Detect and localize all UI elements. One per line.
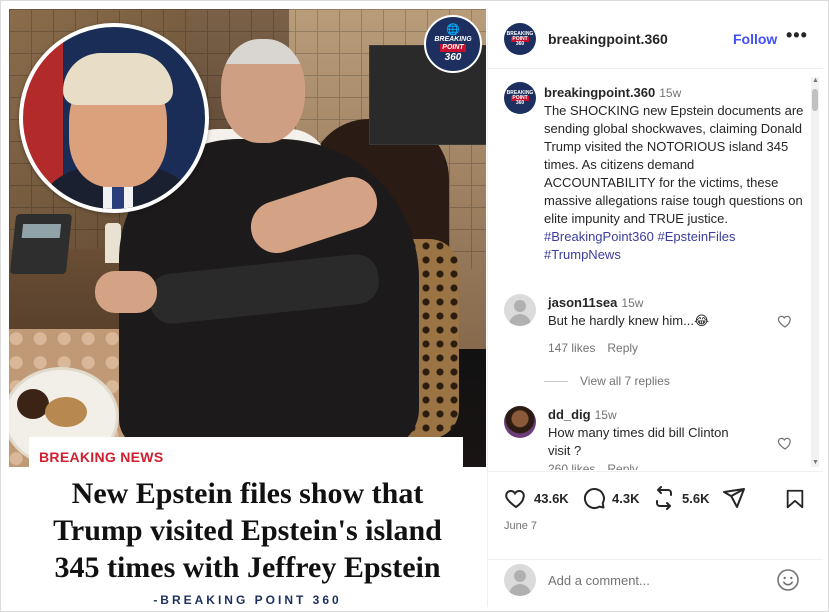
post-date: June 7 <box>504 520 538 532</box>
post-window: 🌐 BREAKING POINT 360 BREAKING NEWS New E… <box>0 0 829 612</box>
repost-button[interactable]: 5.6K <box>652 486 709 510</box>
comment-text: How many times did bill Clinton visit ? <box>548 425 729 458</box>
comment-text: But he hardly knew him...😂 <box>548 313 710 328</box>
comment-bubble-icon <box>583 488 605 509</box>
headline-line: New Epstein files show that <box>71 477 424 510</box>
follow-button[interactable]: Follow <box>733 31 777 47</box>
comment-reply-button[interactable]: Reply <box>607 462 638 470</box>
post-media[interactable]: 🌐 BREAKING POINT 360 BREAKING NEWS New E… <box>9 9 486 607</box>
view-replies-button[interactable]: View all 7 replies <box>544 374 670 388</box>
likes-count: 43.6K <box>534 490 569 506</box>
telephone-prop <box>9 214 73 274</box>
caption-body: The SHOCKING new Epstein documents are s… <box>544 103 804 226</box>
comment-meta: 260 likes Reply <box>548 462 650 470</box>
commenter-avatar[interactable] <box>504 406 536 438</box>
headline-line: 345 times with Jeffrey Epstein <box>54 551 441 584</box>
comment-reply-button[interactable]: Reply <box>607 341 638 355</box>
heart-icon <box>505 489 525 509</box>
add-comment-bar <box>488 559 823 607</box>
repost-icon <box>656 486 672 510</box>
account-avatar[interactable]: BREAKING POINT 360 <box>504 23 536 55</box>
breaking-point-logo: 🌐 BREAKING POINT 360 <box>424 15 482 73</box>
comment-like-heart-icon[interactable] <box>777 435 793 451</box>
comment-username[interactable]: jason11sea 15w <box>548 295 643 310</box>
caption-username[interactable]: breakingpoint.360 <box>544 85 655 100</box>
post-side-panel: BREAKING POINT 360 breakingpoint.360 Fol… <box>487 9 823 607</box>
comment-likes-count[interactable]: 260 likes <box>548 462 595 470</box>
reposts-count: 5.6K <box>682 490 710 506</box>
comments-count: 4.3K <box>612 490 640 506</box>
caption-text: breakingpoint.360 15w The SHOCKING new Ep… <box>544 84 804 264</box>
comment-username[interactable]: dd_dig 15w <box>548 407 617 422</box>
more-options-icon[interactable]: ••• <box>786 25 808 46</box>
scroll-up-arrow-icon[interactable]: ▲ <box>812 77 819 84</box>
headline: New Epstein files show that Trump visite… <box>9 475 486 586</box>
paper-plane-icon <box>723 488 745 508</box>
emoji-icon[interactable] <box>776 568 800 592</box>
scroll-down-arrow-icon[interactable]: ▼ <box>812 459 819 466</box>
bookmark-icon[interactable] <box>784 488 806 510</box>
comment-like-heart-icon[interactable] <box>777 313 793 329</box>
add-comment-input[interactable] <box>548 570 768 590</box>
caption-avatar[interactable]: BREAKING POINT 360 <box>504 82 536 114</box>
comment-button[interactable]: 4.3K <box>582 486 639 510</box>
current-user-avatar <box>504 564 536 596</box>
globe-icon: 🌐 <box>446 24 460 36</box>
comments-scrollbar[interactable]: ▲ ▼ <box>811 77 819 467</box>
comment-likes-count[interactable]: 147 likes <box>548 341 595 355</box>
caption-time: 15w <box>659 86 682 100</box>
headline-line: Trump visited Epstein's island <box>53 514 442 547</box>
commenter-avatar[interactable] <box>504 294 536 326</box>
breaking-news-label: BREAKING NEWS <box>39 449 164 465</box>
share-button[interactable] <box>722 486 752 510</box>
portrait-inset <box>19 23 209 213</box>
account-username[interactable]: breakingpoint.360 <box>548 31 668 47</box>
action-bar: 43.6K 4.3K 5.6K June 7 <box>488 471 823 559</box>
comments-section[interactable]: BREAKING POINT 360 breakingpoint.360 15w … <box>488 70 823 470</box>
comment-meta: 147 likes Reply <box>548 341 650 355</box>
byline: -BREAKING POINT 360 <box>153 593 342 607</box>
caption-hashtags[interactable]: #BreakingPoint360 #EpsteinFiles #TrumpNe… <box>544 229 736 262</box>
scroll-thumb[interactable] <box>812 89 818 111</box>
post-header: BREAKING POINT 360 breakingpoint.360 Fol… <box>488 9 823 69</box>
comment-time: 15w <box>621 296 644 310</box>
like-button[interactable]: 43.6K <box>504 486 569 510</box>
comment-time: 15w <box>594 408 617 422</box>
